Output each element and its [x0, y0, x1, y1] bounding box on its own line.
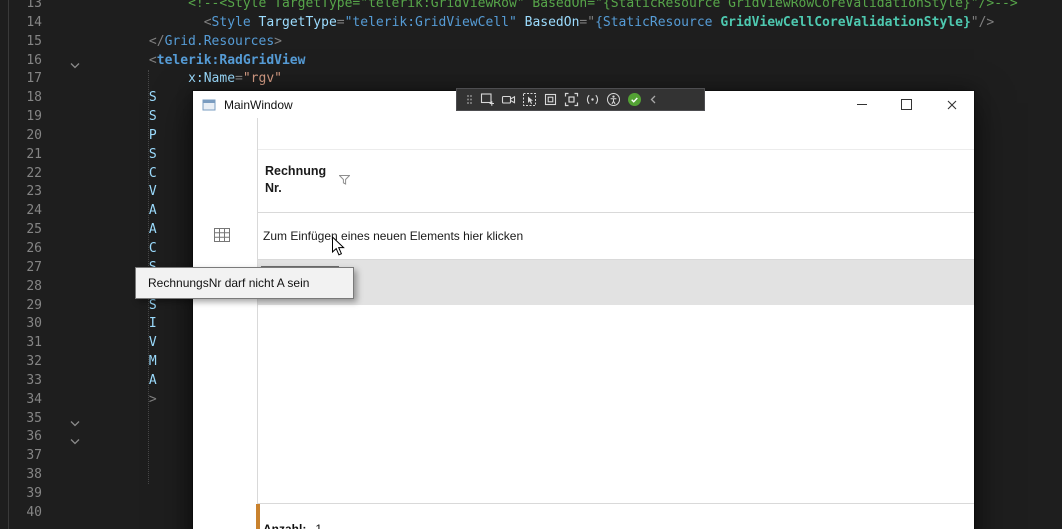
- line-number: 19: [0, 108, 42, 127]
- new-row-indicator-icon: [214, 228, 230, 242]
- line-number: 15: [0, 33, 42, 52]
- fold-chevron-icon[interactable]: [70, 57, 82, 66]
- line-number: 28: [0, 278, 42, 297]
- code-line: 13 <!--<Style TargetType="telerik:GridVi…: [0, 0, 1062, 14]
- code-line-text: P: [55, 128, 157, 143]
- enable-selection-icon[interactable]: [522, 92, 537, 107]
- line-number: 29: [0, 297, 42, 316]
- code-line-text: x:Name="rgv": [55, 71, 282, 86]
- line-number: 25: [0, 221, 42, 240]
- column-header-line2: Nr.: [265, 180, 326, 197]
- minimize-icon: [857, 104, 867, 105]
- code-line-text: C: [55, 241, 157, 256]
- code-line-text: <!--<Style TargetType="telerik:GridViewR…: [55, 0, 1018, 11]
- toolbar-grip[interactable]: [465, 92, 474, 107]
- line-number: 33: [0, 372, 42, 391]
- code-line-text: S: [55, 147, 157, 162]
- line-number: 35: [0, 410, 42, 429]
- close-button[interactable]: [929, 91, 974, 118]
- live-visual-tree-icon[interactable]: [480, 92, 495, 107]
- code-line-text: S: [55, 109, 157, 124]
- footer-count-value: 1: [315, 522, 322, 529]
- code-line-text: S: [55, 298, 157, 313]
- hot-reload-status-icon[interactable]: [627, 92, 642, 107]
- line-number: 36: [0, 428, 42, 447]
- line-number: 14: [0, 14, 42, 33]
- line-number: 38: [0, 466, 42, 485]
- code-line-text: A: [55, 222, 157, 237]
- footer-accent-strip: [256, 504, 260, 529]
- app-icon: [202, 98, 216, 112]
- minimize-button[interactable]: [839, 91, 884, 118]
- code-line-text: >: [55, 392, 157, 407]
- line-number: 23: [0, 183, 42, 202]
- code-line: 15 </Grid.Resources>: [0, 33, 1062, 52]
- line-number: 34: [0, 391, 42, 410]
- code-line-text: </Grid.Resources>: [55, 34, 282, 49]
- line-number: 24: [0, 202, 42, 221]
- live-property-explorer-icon[interactable]: [501, 92, 516, 107]
- rad-grid-view: Rechnung Nr. Zum Einfügen eines neuen El…: [193, 118, 974, 529]
- code-line-text: <Style TargetType="telerik:GridViewCell"…: [55, 15, 994, 30]
- track-focused-element-icon[interactable]: [564, 92, 579, 107]
- maximize-icon: [901, 99, 912, 110]
- code-line: 16 <telerik:RadGridView: [0, 52, 1062, 71]
- column-header-line1: Rechnung: [265, 163, 326, 180]
- code-line-text: V: [55, 335, 157, 350]
- footer-count-label: Anzahl:: [263, 522, 306, 529]
- fold-chevron-icon[interactable]: [70, 415, 82, 424]
- code-line: 14 <Style TargetType="telerik:GridViewCe…: [0, 14, 1062, 33]
- debug-toolbar: [456, 88, 705, 111]
- display-layout-adorners-icon[interactable]: [543, 92, 558, 107]
- screen: 13 <!--<Style TargetType="telerik:GridVi…: [0, 0, 1062, 529]
- footer-count: Anzahl: 1: [263, 520, 322, 529]
- add-new-row-text: Zum Einfügen eines neuen Elements hier k…: [263, 229, 523, 243]
- line-number: 31: [0, 334, 42, 353]
- accessibility-checker-icon[interactable]: [606, 92, 621, 107]
- window-title: MainWindow: [224, 98, 293, 112]
- footer-top-line: [258, 503, 974, 504]
- header-top-line: [258, 149, 974, 150]
- code-line-text: C: [55, 166, 157, 181]
- validation-tooltip-text: RechnungsNr darf nicht A sein: [148, 276, 309, 290]
- maximize-button[interactable]: [884, 91, 929, 118]
- line-number: 20: [0, 127, 42, 146]
- line-number: 32: [0, 353, 42, 372]
- code-line-text: S: [55, 90, 157, 105]
- line-number: 37: [0, 447, 42, 466]
- hot-reload-icon[interactable]: [585, 92, 600, 107]
- line-number: 26: [0, 240, 42, 259]
- code-line-text: A: [55, 203, 157, 218]
- window-controls: [839, 91, 974, 118]
- line-number: 40: [0, 504, 42, 523]
- column-header-rechnung-nr[interactable]: Rechnung Nr.: [265, 163, 326, 197]
- filter-icon[interactable]: [339, 175, 350, 185]
- collapse-toolbar-icon[interactable]: [648, 92, 658, 107]
- line-number: 30: [0, 315, 42, 334]
- mainwindow-window: MainWindow Rechnung Nr.: [193, 91, 974, 529]
- close-icon: [947, 100, 957, 110]
- validation-tooltip: RechnungsNr darf nicht A sein: [135, 267, 354, 299]
- add-new-row-band[interactable]: Zum Einfügen eines neuen Elements hier k…: [258, 212, 974, 259]
- line-number: 18: [0, 89, 42, 108]
- line-number: 17: [0, 70, 42, 89]
- row-indicator-separator: [257, 118, 258, 529]
- line-number: 13: [0, 0, 42, 14]
- line-number: 27: [0, 259, 42, 278]
- line-number: 16: [0, 52, 42, 71]
- line-number: 21: [0, 146, 42, 165]
- line-number: 22: [0, 165, 42, 184]
- mouse-cursor: [331, 236, 345, 262]
- code-line-text: A: [55, 373, 157, 388]
- code-line: 17 x:Name="rgv": [0, 70, 1062, 89]
- code-line-text: M: [55, 354, 157, 369]
- line-number: 39: [0, 485, 42, 504]
- titlebar[interactable]: MainWindow: [193, 91, 974, 118]
- fold-chevron-icon[interactable]: [70, 433, 82, 442]
- code-line-text: I: [55, 316, 157, 331]
- code-line-text: <telerik:RadGridView: [55, 53, 305, 68]
- edit-row-background: [258, 260, 974, 305]
- code-line-text: V: [55, 184, 157, 199]
